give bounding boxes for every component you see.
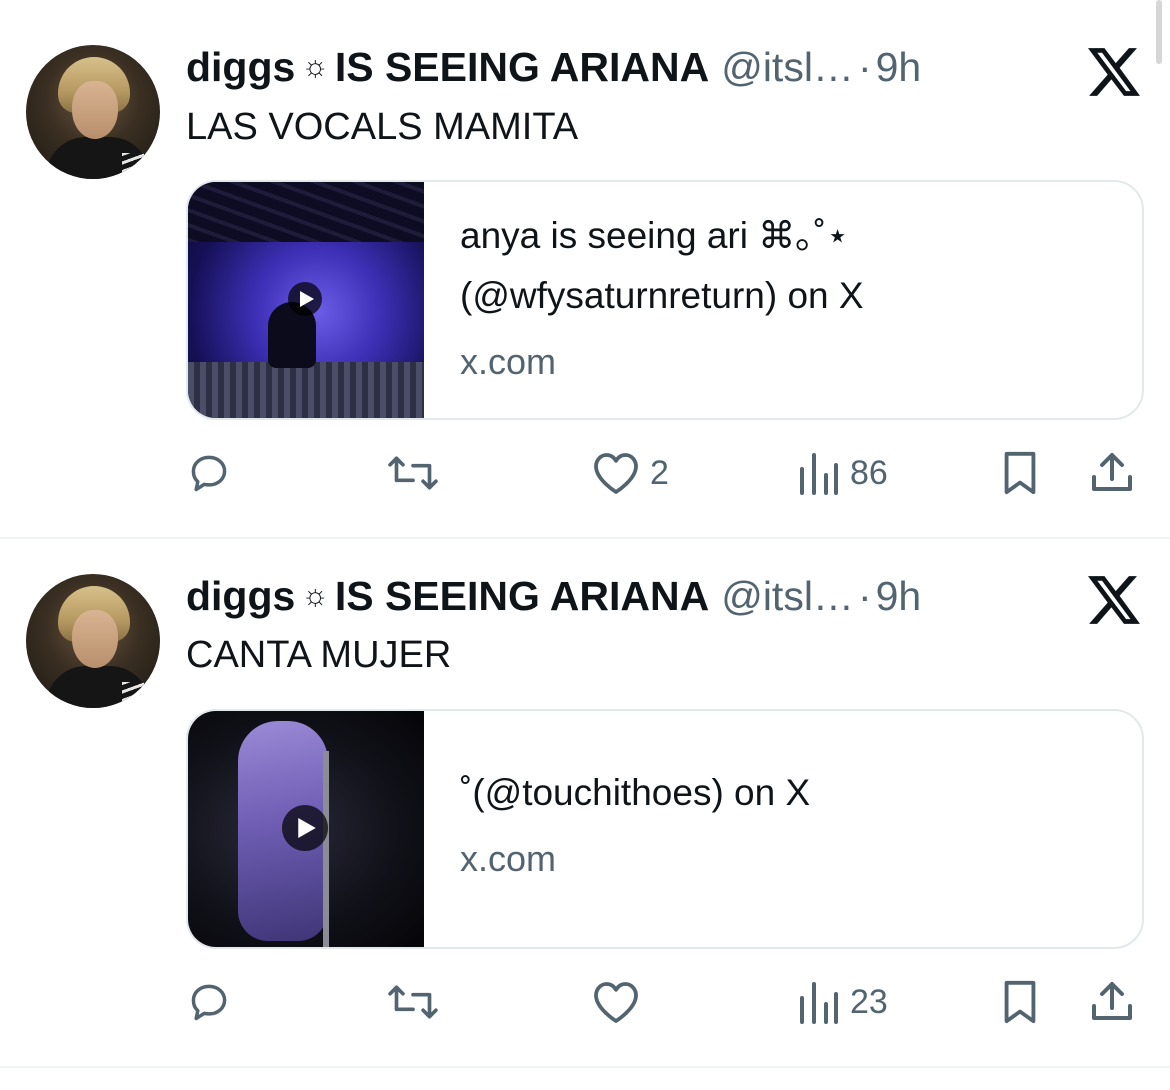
tweet[interactable]: diggs ☼ IS SEEING ARIANA @itsl… · 9h LAS…: [0, 0, 1170, 538]
tweet[interactable]: diggs ☼ IS SEEING ARIANA @itsl… · 9h CAN…: [0, 540, 1170, 1068]
tweet-header: diggs ☼ IS SEEING ARIANA @itsl… · 9h: [186, 573, 921, 619]
display-name-suffix[interactable]: IS SEEING ARIANA: [335, 44, 709, 90]
repost-icon: [388, 456, 438, 490]
repost-button[interactable]: [384, 448, 442, 498]
timestamp[interactable]: 9h: [876, 44, 922, 90]
heart-icon: [594, 982, 638, 1023]
divider: [0, 537, 1170, 539]
repost-button[interactable]: [384, 977, 442, 1027]
video-thumbnail[interactable]: [188, 182, 424, 418]
bookmark-icon: [1004, 451, 1036, 495]
sun-symbol: ☼: [301, 579, 329, 612]
user-handle[interactable]: @itsl…: [721, 573, 854, 619]
bookmark-button[interactable]: [998, 448, 1042, 498]
like-button[interactable]: 2: [592, 448, 669, 498]
sun-symbol: ☼: [301, 50, 329, 83]
display-name[interactable]: diggs: [186, 573, 295, 619]
like-button[interactable]: [592, 977, 650, 1027]
card-domain: x.com: [460, 341, 557, 382]
share-button[interactable]: [1088, 977, 1136, 1027]
views-button[interactable]: 86: [796, 448, 888, 498]
play-icon[interactable]: [282, 805, 328, 851]
x-logo-icon: [1088, 48, 1140, 96]
tweet-text: CANTA MUJER: [186, 634, 452, 676]
card-title: (@wfysaturnreturn) on X: [460, 275, 864, 316]
view-count: 23: [850, 982, 888, 1021]
tweet-actions: 2 86: [186, 448, 1140, 498]
separator-dot: ·: [857, 44, 872, 90]
reply-icon: [191, 984, 227, 1021]
card-title: anya is seeing ari ⌘｡˚⋆: [460, 215, 850, 256]
tweet-header: diggs ☼ IS SEEING ARIANA @itsl… · 9h: [186, 44, 921, 90]
heart-icon: [594, 453, 638, 494]
user-handle[interactable]: @itsl…: [721, 44, 854, 90]
tweet-text: LAS VOCALS MAMITA: [186, 106, 579, 148]
views-chart-icon: [800, 982, 838, 1024]
reply-button[interactable]: [186, 448, 232, 498]
display-name-suffix[interactable]: IS SEEING ARIANA: [335, 573, 709, 619]
x-logo-icon: [1088, 576, 1140, 624]
display-name[interactable]: diggs: [186, 44, 295, 90]
share-button[interactable]: [1088, 448, 1136, 498]
repost-icon: [388, 985, 438, 1019]
card-title: ˚(@touchithoes) on X: [460, 772, 811, 813]
reply-icon: [191, 455, 227, 492]
card-domain: x.com: [460, 838, 557, 879]
video-thumbnail[interactable]: [188, 711, 424, 947]
bookmark-icon: [1004, 980, 1036, 1024]
link-card[interactable]: anya is seeing ari ⌘｡˚⋆ (@wfysaturnretur…: [186, 180, 1144, 420]
divider: [0, 1066, 1170, 1068]
play-icon[interactable]: [288, 282, 322, 316]
reply-button[interactable]: [186, 977, 232, 1027]
link-card[interactable]: ˚(@touchithoes) on X x.com: [186, 709, 1144, 949]
timestamp[interactable]: 9h: [876, 573, 922, 619]
views-button[interactable]: 23: [796, 977, 888, 1027]
timeline-feed: diggs ☼ IS SEEING ARIANA @itsl… · 9h LAS…: [0, 0, 1170, 1090]
bookmark-button[interactable]: [998, 977, 1042, 1027]
avatar[interactable]: [26, 574, 160, 708]
separator-dot: ·: [857, 573, 872, 619]
views-chart-icon: [800, 453, 838, 495]
avatar[interactable]: [26, 45, 160, 179]
share-icon: [1092, 453, 1132, 491]
share-icon: [1092, 982, 1132, 1020]
tweet-actions: 23: [186, 977, 1140, 1027]
view-count: 86: [850, 453, 888, 492]
like-count: 2: [650, 453, 669, 492]
